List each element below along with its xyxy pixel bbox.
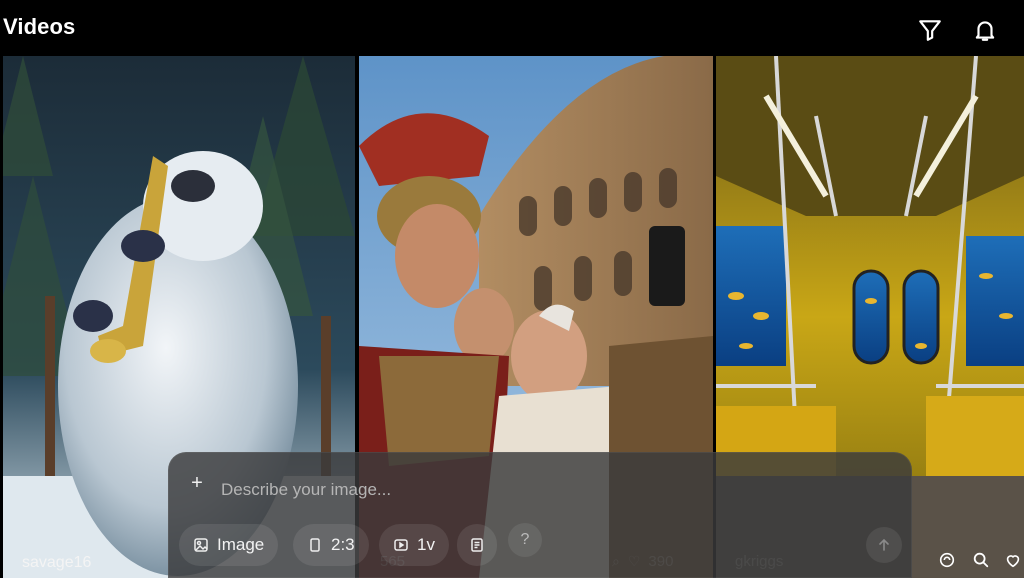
ratio-label: 2:3 (331, 535, 355, 554)
count-label: 1v (417, 535, 435, 554)
tile-username[interactable]: savage16 (22, 554, 91, 572)
remix-icon[interactable] (936, 549, 958, 571)
top-bar: Videos (0, 0, 1024, 56)
filter-icon[interactable] (911, 8, 949, 52)
search-icon[interactable] (970, 549, 992, 571)
heart-icon[interactable] (1002, 549, 1024, 571)
help-label: ? (520, 531, 530, 548)
portrait-ratio-icon (310, 538, 320, 552)
image-icon (194, 538, 208, 552)
plus-icon[interactable]: + (187, 473, 207, 493)
video-count-chip[interactable]: 1v (379, 524, 449, 566)
mode-chip[interactable]: Image (179, 524, 279, 566)
document-icon (471, 538, 483, 552)
ratio-chip[interactable]: 2:3 (293, 524, 369, 566)
page-title: Videos (3, 14, 76, 39)
mode-label: Image (217, 535, 265, 554)
prompt-input[interactable] (221, 475, 841, 505)
arrow-up-icon (879, 538, 889, 551)
prompt-composer: + Image 2:3 1v ? (168, 452, 912, 578)
video-icon (394, 539, 408, 551)
help-button[interactable]: ? (508, 523, 542, 557)
bell-icon[interactable] (966, 8, 1004, 52)
send-button[interactable] (866, 527, 902, 563)
preset-chip[interactable] (457, 524, 497, 566)
